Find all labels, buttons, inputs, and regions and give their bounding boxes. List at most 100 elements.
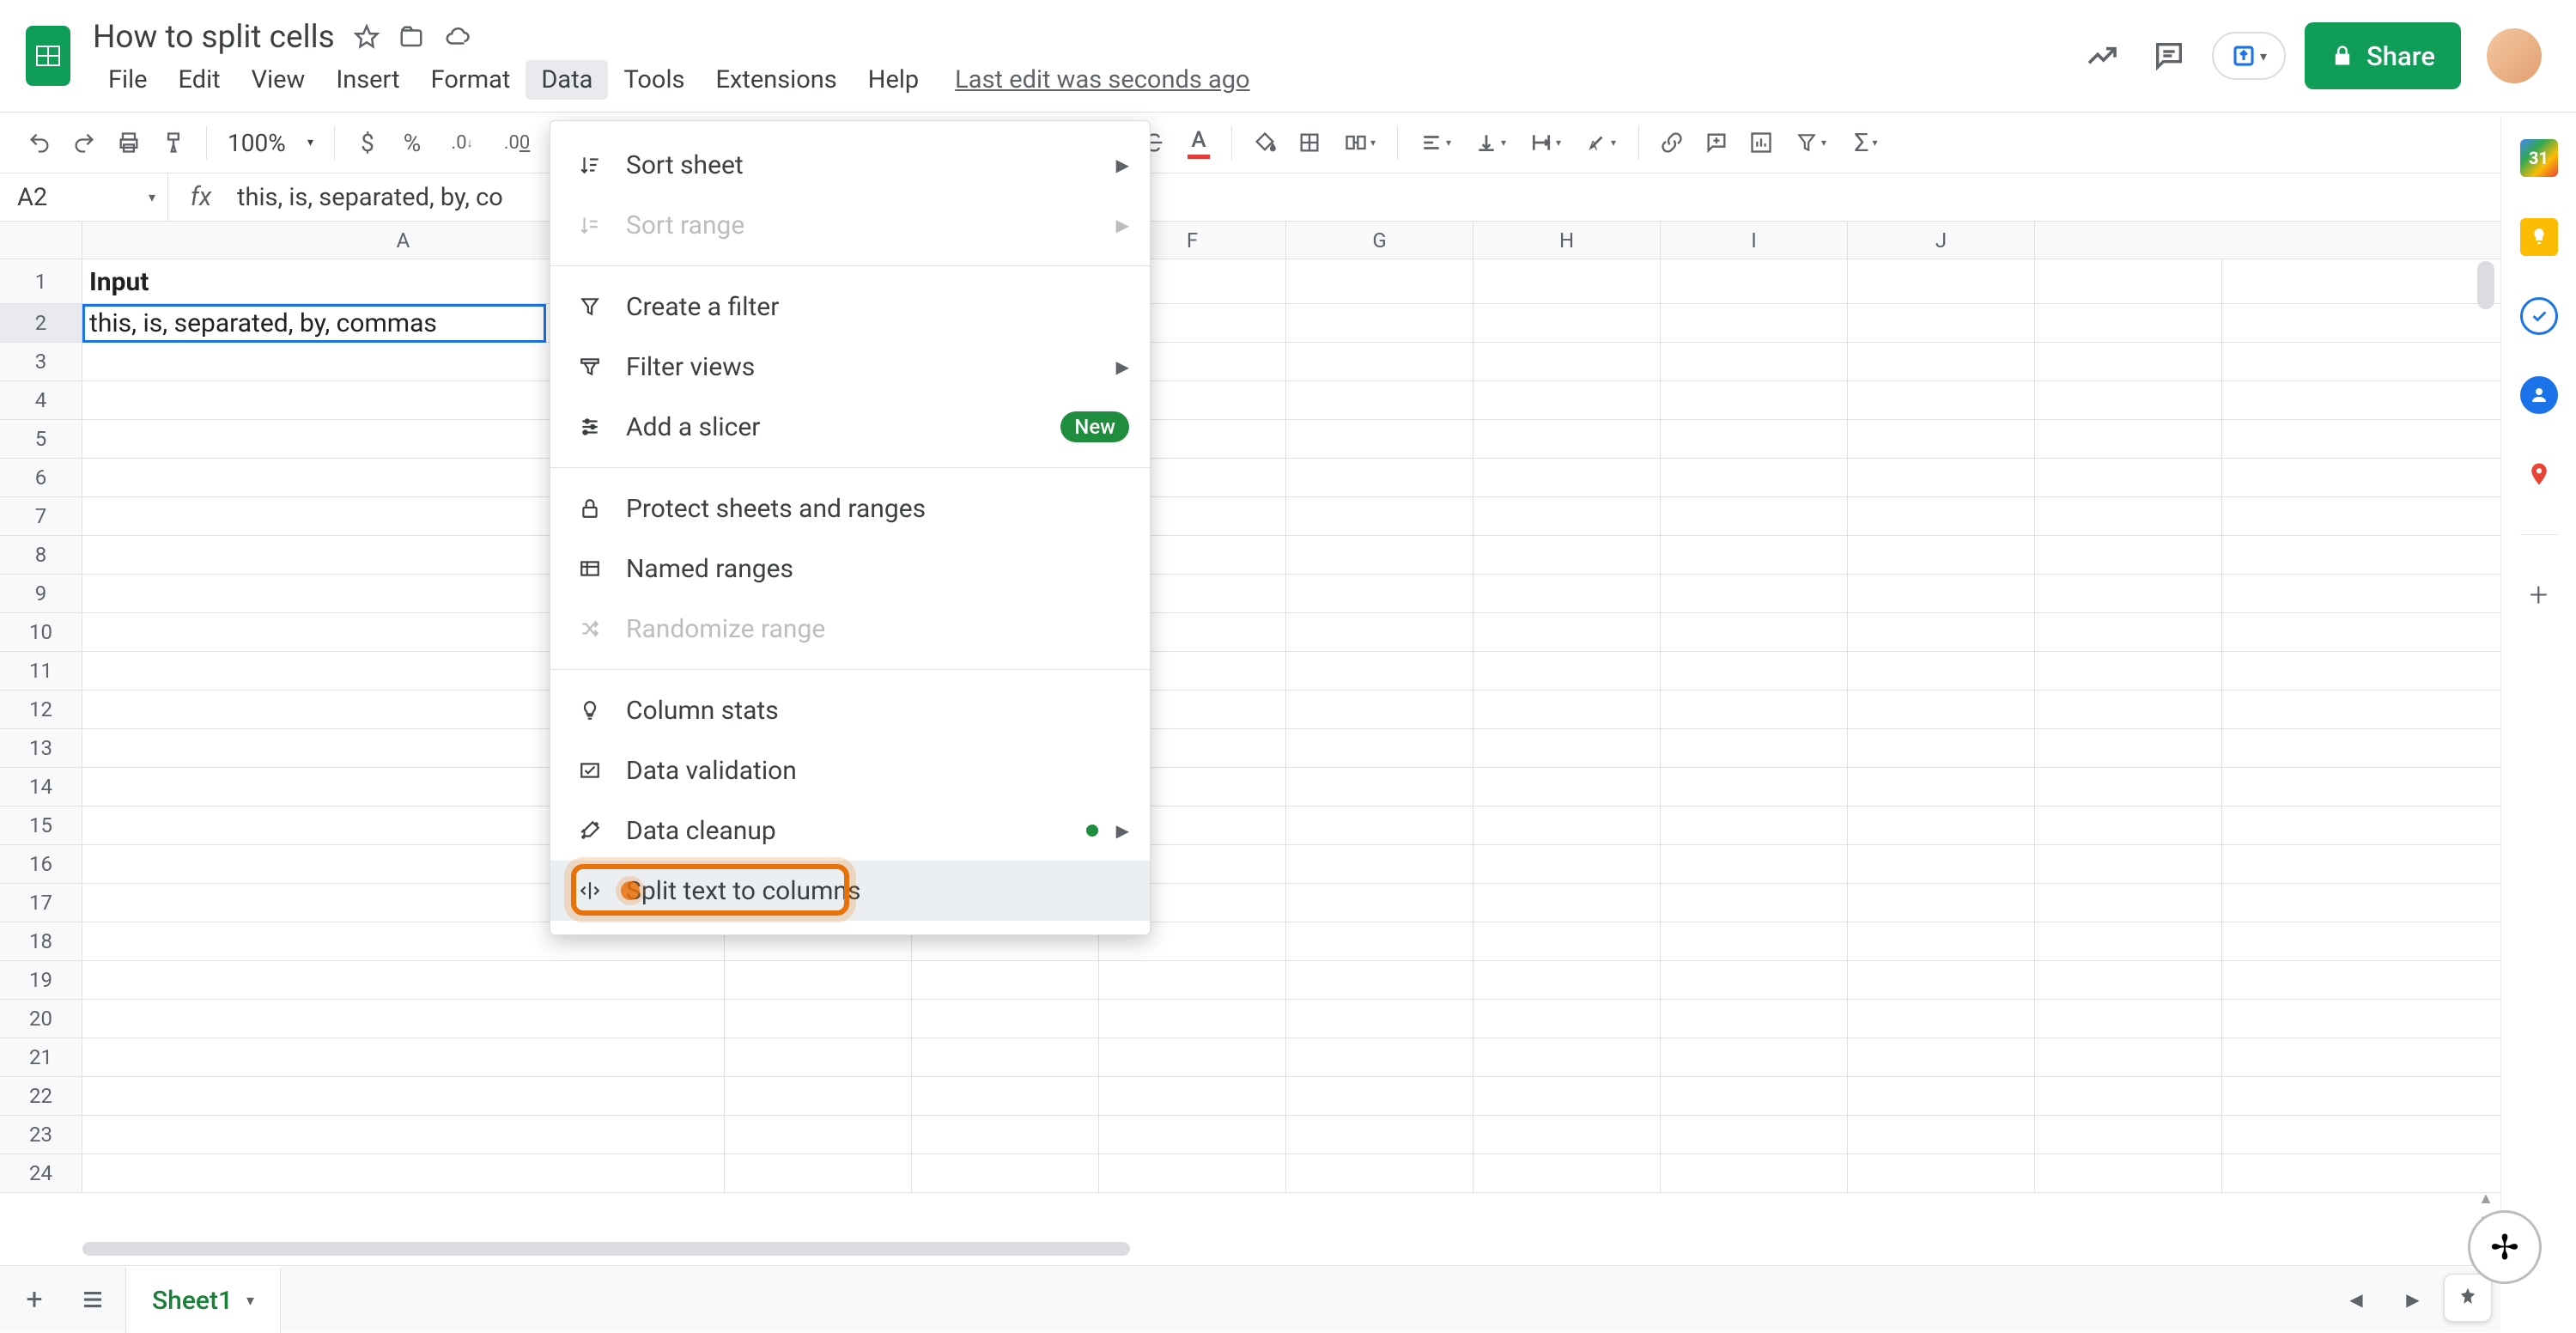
horizontal-scrollbar[interactable] xyxy=(82,1239,2418,1258)
cell-generic[interactable] xyxy=(1661,652,1848,690)
cell-generic[interactable] xyxy=(1286,1077,1473,1115)
borders-button[interactable] xyxy=(1289,122,1330,163)
cell-generic[interactable] xyxy=(1473,343,1661,380)
share-button[interactable]: Share xyxy=(2305,22,2461,89)
row-header-8[interactable]: 8 xyxy=(0,536,82,575)
star-icon[interactable] xyxy=(354,24,380,50)
cell-generic[interactable] xyxy=(1286,1154,1473,1192)
cell-generic[interactable] xyxy=(2035,1116,2222,1153)
cell-generic[interactable] xyxy=(2035,922,2222,960)
cell-generic[interactable] xyxy=(1848,613,2035,651)
cell-generic[interactable] xyxy=(1286,652,1473,690)
cell-generic[interactable] xyxy=(2035,729,2222,767)
merge-cells-button[interactable]: ▾ xyxy=(1334,122,1385,163)
cell-generic[interactable] xyxy=(2035,768,2222,806)
add-sheet-button[interactable]: + xyxy=(9,1274,60,1325)
cell-generic[interactable] xyxy=(1286,497,1473,535)
cell-generic[interactable] xyxy=(1848,961,2035,999)
format-currency-button[interactable]: $ xyxy=(347,122,388,163)
cell-generic[interactable] xyxy=(912,1000,1099,1038)
row-header-1[interactable]: 1 xyxy=(0,259,82,304)
data-menu-add-a-slicer[interactable]: Add a slicerNew xyxy=(550,397,1150,457)
cell-generic[interactable] xyxy=(1848,536,2035,574)
cell-A20[interactable] xyxy=(82,1000,725,1038)
insert-link-button[interactable] xyxy=(1651,122,1692,163)
paint-format-button[interactable] xyxy=(153,122,194,163)
cell-generic[interactable] xyxy=(1848,806,2035,844)
all-sheets-button[interactable] xyxy=(67,1274,118,1325)
cell-generic[interactable] xyxy=(912,1077,1099,1115)
cell-generic[interactable] xyxy=(1848,922,2035,960)
cell-generic[interactable] xyxy=(725,1000,912,1038)
cell-generic[interactable] xyxy=(1286,729,1473,767)
keep-icon[interactable] xyxy=(2520,218,2558,256)
col-header-G[interactable]: G xyxy=(1286,222,1473,259)
cell-generic[interactable] xyxy=(1286,459,1473,496)
row-header-17[interactable]: 17 xyxy=(0,884,82,922)
cell-generic[interactable] xyxy=(2035,536,2222,574)
fill-color-button[interactable] xyxy=(1244,122,1285,163)
cell-generic[interactable] xyxy=(1473,497,1661,535)
cell-generic[interactable] xyxy=(1848,459,2035,496)
functions-button[interactable]: Σ▾ xyxy=(1840,122,1892,163)
cell-generic[interactable] xyxy=(1473,922,1661,960)
cell-generic[interactable] xyxy=(2035,304,2222,342)
text-wrap-button[interactable]: ▾ xyxy=(1520,122,1571,163)
scroll-up-arrow[interactable]: ▲ xyxy=(2475,1187,2497,1209)
data-menu-named-ranges[interactable]: Named ranges xyxy=(550,539,1150,599)
cell-generic[interactable] xyxy=(1286,806,1473,844)
cell-generic[interactable] xyxy=(1848,729,2035,767)
cell-generic[interactable] xyxy=(1286,768,1473,806)
cell-generic[interactable] xyxy=(1286,259,1473,303)
print-button[interactable] xyxy=(108,122,149,163)
cell-generic[interactable] xyxy=(2035,259,2222,303)
cell-generic[interactable] xyxy=(1848,884,2035,922)
cell-generic[interactable] xyxy=(1099,961,1286,999)
assist-fab[interactable]: ✢ xyxy=(2468,1210,2542,1284)
cell-generic[interactable] xyxy=(1661,536,1848,574)
row-header-14[interactable]: 14 xyxy=(0,768,82,806)
cell-generic[interactable] xyxy=(1848,1038,2035,1076)
cell-A23[interactable] xyxy=(82,1116,725,1153)
row-header-23[interactable]: 23 xyxy=(0,1116,82,1154)
cell-generic[interactable] xyxy=(1473,1154,1661,1192)
cell-generic[interactable] xyxy=(1661,806,1848,844)
cell-generic[interactable] xyxy=(2035,845,2222,883)
undo-button[interactable] xyxy=(19,122,60,163)
menu-insert[interactable]: Insert xyxy=(320,60,415,100)
row-header-18[interactable]: 18 xyxy=(0,922,82,961)
col-header-J[interactable]: J xyxy=(1848,222,2035,259)
cell-generic[interactable] xyxy=(1286,1116,1473,1153)
cell-generic[interactable] xyxy=(1473,420,1661,458)
cell-generic[interactable] xyxy=(1848,259,2035,303)
cell-generic[interactable] xyxy=(1661,259,1848,303)
cell-generic[interactable] xyxy=(1848,652,2035,690)
cell-generic[interactable] xyxy=(1848,845,2035,883)
cell-generic[interactable] xyxy=(1661,459,1848,496)
cell-generic[interactable] xyxy=(1661,1077,1848,1115)
cell-A22[interactable] xyxy=(82,1077,725,1115)
cell-generic[interactable] xyxy=(1848,343,2035,380)
cell-generic[interactable] xyxy=(1848,304,2035,342)
cell-generic[interactable] xyxy=(2035,1154,2222,1192)
cell-generic[interactable] xyxy=(1473,536,1661,574)
menu-tools[interactable]: Tools xyxy=(608,60,700,100)
cell-generic[interactable] xyxy=(1286,961,1473,999)
cell-generic[interactable] xyxy=(1473,845,1661,883)
cell-generic[interactable] xyxy=(1661,1154,1848,1192)
cell-generic[interactable] xyxy=(2035,806,2222,844)
cell-generic[interactable] xyxy=(1473,691,1661,728)
cell-generic[interactable] xyxy=(1286,845,1473,883)
sheet-tab-1[interactable]: Sheet1 ▾ xyxy=(125,1266,281,1333)
cell-generic[interactable] xyxy=(1286,536,1473,574)
cell-generic[interactable] xyxy=(1099,1038,1286,1076)
cloud-status-icon[interactable] xyxy=(443,24,472,50)
cell-generic[interactable] xyxy=(1848,575,2035,612)
cell-generic[interactable] xyxy=(1099,1154,1286,1192)
redo-button[interactable] xyxy=(64,122,105,163)
col-header-I[interactable]: I xyxy=(1661,222,1848,259)
cell-generic[interactable] xyxy=(1473,613,1661,651)
cell-generic[interactable] xyxy=(1473,961,1661,999)
data-menu-data-cleanup[interactable]: Data cleanup▶ xyxy=(550,800,1150,861)
cell-generic[interactable] xyxy=(1473,652,1661,690)
